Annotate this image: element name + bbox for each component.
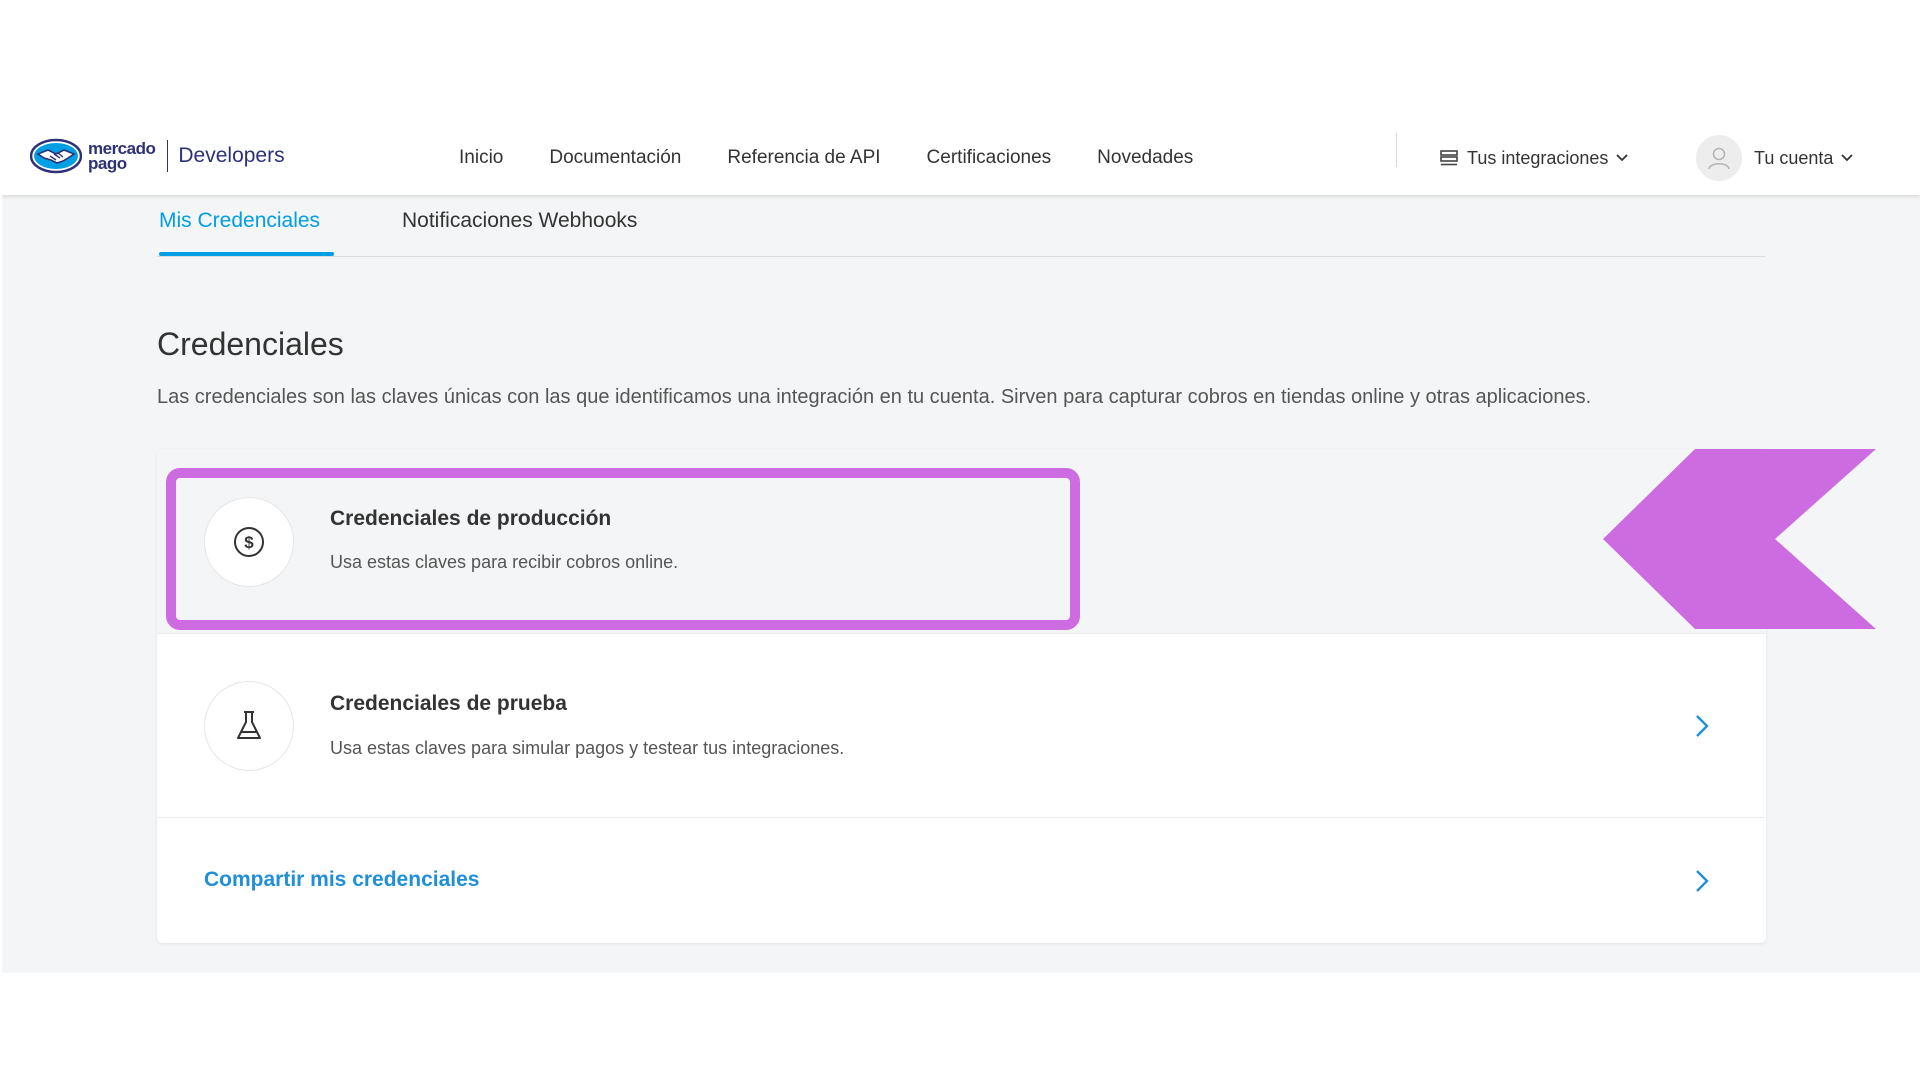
tab-notificaciones-webhooks[interactable]: Notificaciones Webhooks — [402, 209, 637, 233]
page-title: Credenciales — [157, 326, 344, 362]
active-tab-indicator — [159, 252, 334, 256]
nav-item-referencia-api[interactable]: Referencia de API — [727, 147, 880, 169]
test-credentials-subtitle: Usa estas claves para simular pagos y te… — [330, 738, 845, 758]
account-dropdown[interactable]: Tu cuenta — [1696, 121, 1854, 195]
chevron-down-icon — [1841, 154, 1854, 162]
logo-product-name: Developers — [178, 144, 285, 167]
integrations-label: Tus integraciones — [1467, 147, 1609, 168]
share-credentials-row[interactable]: Compartir mis credenciales — [157, 817, 1766, 943]
chevron-down-icon — [1616, 154, 1629, 162]
nav-item-documentacion[interactable]: Documentación — [549, 147, 681, 169]
logo-divider — [167, 140, 169, 172]
avatar — [1696, 135, 1742, 181]
chevron-right-icon[interactable] — [1691, 866, 1713, 896]
nav-item-certificaciones[interactable]: Certificaciones — [927, 147, 1052, 169]
annotation-highlight-box — [166, 468, 1080, 630]
tab-mis-credenciales[interactable]: Mis Credenciales — [159, 209, 320, 233]
flask-icon — [237, 711, 261, 739]
integrations-icon — [1440, 150, 1458, 166]
nav-item-novedades[interactable]: Novedades — [1097, 147, 1193, 169]
share-credentials-link[interactable]: Compartir mis credenciales — [204, 868, 479, 892]
credentials-tabs: Mis Credenciales Notificaciones Webhooks — [157, 195, 1766, 257]
integrations-dropdown[interactable]: Tus integraciones — [1439, 121, 1636, 195]
header-divider — [1396, 133, 1397, 167]
account-label: Tu cuenta — [1754, 147, 1834, 168]
main-nav: Inicio Documentación Referencia de API C… — [459, 121, 1239, 195]
test-credentials-title: Credenciales de prueba — [330, 692, 567, 715]
user-icon — [1708, 147, 1730, 170]
annotation-arrow-icon — [1603, 449, 1876, 629]
logo-wordmark: mercado pago — [88, 140, 156, 173]
mercado-pago-logo[interactable]: mercado pago Developers — [30, 131, 285, 181]
page-description: Las credenciales son las claves únicas c… — [157, 386, 1592, 408]
logo-line2: pago — [88, 154, 127, 173]
chevron-right-icon[interactable] — [1691, 711, 1713, 741]
top-navbar: mercado pago Developers Inicio Documenta… — [2, 121, 1920, 195]
nav-item-inicio[interactable]: Inicio — [459, 147, 503, 169]
test-icon-container — [204, 681, 294, 771]
handshake-logo-icon — [30, 138, 82, 174]
test-credentials-row[interactable]: Credenciales de prueba Usa estas claves … — [157, 633, 1766, 818]
